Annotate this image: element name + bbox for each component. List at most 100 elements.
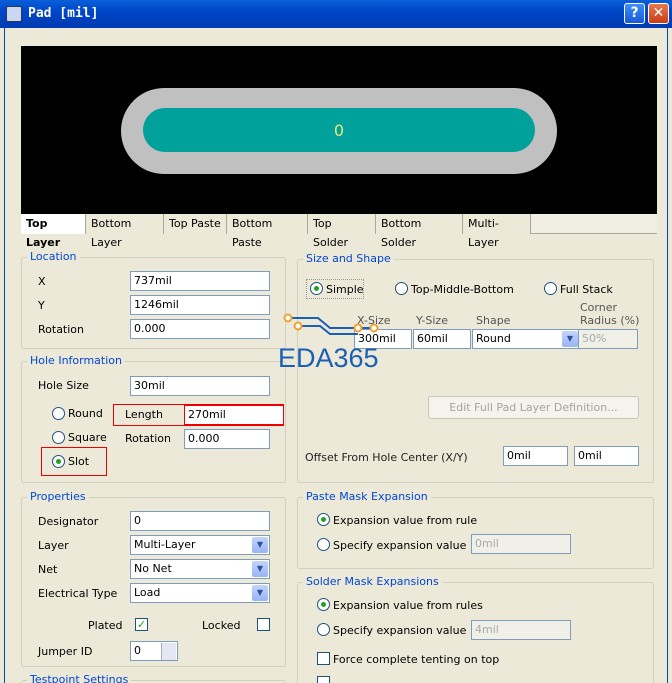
- y-size-input[interactable]: 60mil: [413, 329, 471, 349]
- spinner-icon[interactable]: [161, 643, 176, 660]
- x-label: X: [38, 275, 46, 288]
- tab-multi-layer[interactable]: Multi-Layer: [463, 214, 531, 249]
- tab-top-layer[interactable]: Top Layer: [21, 214, 86, 249]
- net-label: Net: [38, 563, 58, 576]
- locked-checkbox[interactable]: [257, 618, 270, 631]
- window-title: Pad [mil]: [28, 6, 99, 21]
- logo-node: [283, 313, 293, 323]
- hole-rotation-label: Rotation: [125, 432, 172, 445]
- length-highlight-box: [113, 404, 284, 426]
- eda365-logo: EDA365: [278, 313, 379, 372]
- plated-checkbox[interactable]: ✓: [135, 618, 148, 631]
- solder-rule-radio[interactable]: [317, 598, 330, 611]
- round-label: Round: [68, 407, 103, 420]
- shape-header: Shape: [476, 314, 511, 327]
- designator-label: Designator: [38, 515, 99, 528]
- offset-label: Offset From Hole Center (X/Y): [305, 451, 468, 464]
- round-radio[interactable]: [52, 407, 65, 420]
- hole-size-input[interactable]: 30mil: [130, 376, 270, 396]
- solder-specify-radio[interactable]: [317, 623, 330, 636]
- pad-app-icon: [6, 6, 22, 22]
- tenting-top-label: Force complete tenting on top: [333, 653, 500, 666]
- tab-bottom-layer[interactable]: Bottom Layer: [86, 214, 164, 249]
- jumper-id-value: 0: [134, 644, 141, 657]
- layer-tabs: Top Layer Bottom Layer Top Paste Bottom …: [21, 214, 657, 249]
- paste-rule-label: Expansion value from rule: [333, 514, 478, 527]
- chevron-down-icon[interactable]: ▼: [252, 537, 268, 553]
- solder-rule-label: Expansion value from rules: [333, 599, 483, 612]
- tab-bottom-solder[interactable]: Bottom Solder: [376, 214, 463, 249]
- full-stack-radio[interactable]: [544, 282, 557, 295]
- properties-title: Properties: [27, 490, 89, 503]
- help-button[interactable]: ?: [624, 3, 645, 24]
- logo-text: EDA365: [278, 343, 379, 372]
- layer-select[interactable]: Multi-Layer ▼: [130, 535, 270, 555]
- jumper-id-input[interactable]: 0: [130, 641, 178, 661]
- electrical-type-value: Load: [134, 586, 161, 599]
- paste-mask-group: [297, 497, 654, 569]
- net-select[interactable]: No Net ▼: [130, 559, 270, 579]
- rotation-input[interactable]: 0.000: [130, 319, 270, 339]
- offset-x-input[interactable]: 0mil: [503, 446, 568, 466]
- paste-value-input[interactable]: 0mil: [471, 534, 571, 554]
- designator-input[interactable]: 0: [130, 511, 270, 531]
- electrical-type-label: Electrical Type: [38, 587, 118, 600]
- simple-label: Simple: [326, 283, 364, 296]
- jumper-id-label: Jumper ID: [38, 645, 93, 658]
- chevron-down-icon[interactable]: ▼: [252, 561, 268, 577]
- y-label: Y: [38, 299, 45, 312]
- hole-rotation-input[interactable]: 0.000: [184, 429, 270, 449]
- top-middle-bottom-radio[interactable]: [395, 282, 408, 295]
- logo-node: [293, 321, 303, 331]
- shape-select[interactable]: Round ▼: [472, 329, 580, 349]
- slot-radio[interactable]: [52, 455, 65, 468]
- top-middle-bottom-label: Top-Middle-Bottom: [411, 283, 514, 296]
- net-select-value: No Net: [134, 562, 172, 575]
- size-shape-title: Size and Shape: [303, 252, 394, 265]
- tenting-bottom-checkbox[interactable]: [317, 676, 330, 683]
- square-radio[interactable]: [52, 431, 65, 444]
- paste-rule-radio[interactable]: [317, 513, 330, 526]
- chevron-down-icon[interactable]: ▼: [562, 331, 578, 347]
- solder-mask-title: Solder Mask Expansions: [303, 575, 442, 588]
- layer-select-value: Multi-Layer: [134, 538, 196, 551]
- location-title: Location: [27, 250, 80, 263]
- y-size-header: Y-Size: [416, 314, 448, 327]
- chevron-down-icon[interactable]: ▼: [252, 585, 268, 601]
- pad-designator-label: 0: [334, 121, 344, 140]
- simple-radio[interactable]: [310, 282, 323, 295]
- tab-top-solder[interactable]: Top Solder: [308, 214, 376, 249]
- square-label: Square: [68, 431, 107, 444]
- electrical-type-select[interactable]: Load ▼: [130, 583, 270, 603]
- solder-value-input[interactable]: 4mil: [471, 620, 571, 640]
- tab-bottom-paste[interactable]: Bottom Paste: [227, 214, 308, 249]
- tenting-top-checkbox[interactable]: [317, 652, 330, 665]
- y-input[interactable]: 1246mil: [130, 295, 270, 315]
- paste-specify-label: Specify expansion value: [333, 539, 467, 552]
- shape-select-value: Round: [476, 332, 511, 345]
- logo-node: [353, 323, 363, 333]
- title-bar: Pad [mil] ? ✕: [0, 0, 672, 28]
- slot-label: Slot: [68, 455, 90, 468]
- corner-radius-input[interactable]: 50%: [578, 329, 638, 349]
- corner-radius-header: Corner Radius (%): [580, 301, 640, 327]
- edit-full-pad-layer-button[interactable]: Edit Full Pad Layer Definition...: [428, 396, 639, 419]
- offset-y-input[interactable]: 0mil: [574, 446, 639, 466]
- locked-label: Locked: [202, 619, 241, 632]
- hole-info-title: Hole Information: [27, 354, 125, 367]
- paste-specify-radio[interactable]: [317, 538, 330, 551]
- logo-node: [369, 323, 379, 333]
- full-stack-label: Full Stack: [560, 283, 613, 296]
- rotation-label: Rotation: [38, 323, 85, 336]
- testpoint-title: Testpoint Settings: [27, 673, 132, 683]
- solder-specify-label: Specify expansion value: [333, 624, 467, 637]
- close-button[interactable]: ✕: [648, 3, 669, 24]
- tab-top-paste[interactable]: Top Paste: [164, 214, 227, 234]
- x-input[interactable]: 737mil: [130, 271, 270, 291]
- pad-preview-canvas: 0: [121, 88, 557, 174]
- plated-label: Plated: [88, 619, 123, 632]
- layer-label: Layer: [38, 539, 69, 552]
- pad-preview: 0: [21, 46, 657, 214]
- paste-mask-title: Paste Mask Expansion: [303, 490, 431, 503]
- hole-size-label: Hole Size: [38, 379, 89, 392]
